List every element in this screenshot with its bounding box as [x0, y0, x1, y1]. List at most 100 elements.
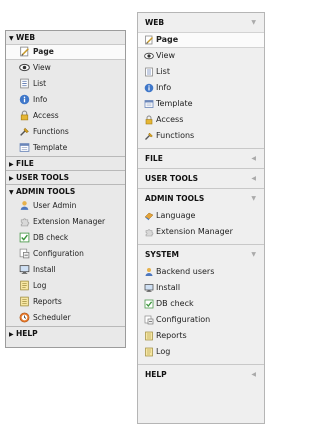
- menu-item-label: Access: [33, 111, 59, 120]
- chevron-left-icon: ◀: [251, 175, 256, 182]
- menu-item-page[interactable]: Page: [138, 32, 264, 48]
- info-icon: [19, 94, 30, 105]
- menu-item-label: Page: [33, 47, 54, 56]
- expand-arrow-icon: ▶: [9, 331, 14, 338]
- section-title: FILE: [145, 154, 163, 163]
- section-title: FILE: [16, 159, 34, 168]
- log-icon: [19, 280, 30, 291]
- section-header-admin-tools[interactable]: ▼ ADMIN TOOLS: [6, 184, 125, 198]
- menu-item-label: List: [156, 67, 170, 76]
- install-icon: [19, 264, 30, 275]
- menu-item-label: Template: [33, 143, 68, 152]
- menu-item-access[interactable]: Access: [138, 112, 264, 128]
- functions-icon: [19, 126, 30, 137]
- menu-item-template[interactable]: Template: [138, 96, 264, 112]
- menu-item-access[interactable]: Access: [6, 108, 125, 124]
- section-title: HELP: [16, 329, 38, 338]
- chevron-left-icon: ◀: [251, 371, 256, 378]
- menu-item-user-admin[interactable]: User Admin: [6, 198, 125, 214]
- menu-item-label: Configuration: [156, 315, 211, 324]
- section-header-user-tools[interactable]: ▶ USER TOOLS: [6, 170, 125, 184]
- menu-item-log[interactable]: Log: [6, 278, 125, 294]
- chevron-down-icon: ▼: [251, 19, 256, 26]
- menu-item-label: Template: [156, 99, 193, 108]
- menu-item-db-check[interactable]: DB check: [6, 230, 125, 246]
- view-icon: [144, 51, 154, 61]
- module-menu-classic: ▼ WEB Page View List Info Access Functions Templ…: [5, 30, 126, 348]
- menu-item-configuration[interactable]: Configuration: [138, 312, 264, 328]
- menu-item-install[interactable]: Install: [138, 280, 264, 296]
- section-header-admin-tools[interactable]: ADMIN TOOLS ▼: [138, 189, 264, 208]
- section-title: HELP: [145, 370, 167, 379]
- chevron-left-icon: ◀: [251, 155, 256, 162]
- section-header-help[interactable]: ▶ HELP: [6, 326, 125, 340]
- menu-item-template[interactable]: Template: [6, 140, 125, 156]
- access-icon: [144, 115, 154, 125]
- section-header-web[interactable]: WEB ▼: [138, 13, 264, 32]
- menu-item-label: DB check: [33, 233, 69, 242]
- menu-item-label: Functions: [33, 127, 69, 136]
- menu-section-web: ▼ WEB Page View List Info Access Functions Templ…: [6, 31, 125, 156]
- menu-section-web: WEB ▼ Page View List Info Template Access Functi…: [138, 13, 264, 148]
- template-icon: [144, 99, 154, 109]
- chevron-down-icon: ▼: [251, 195, 256, 202]
- section-header-system[interactable]: SYSTEM ▼: [138, 245, 264, 264]
- user-admin-icon: [19, 200, 30, 211]
- section-title: ADMIN TOOLS: [145, 194, 205, 203]
- menu-section-file: ▶ FILE: [6, 156, 125, 170]
- menu-item-label: Configuration: [33, 249, 84, 258]
- section-header-file[interactable]: ▶ FILE: [6, 156, 125, 170]
- section-header-web[interactable]: ▼ WEB: [6, 31, 125, 44]
- section-header-help[interactable]: HELP ◀: [138, 365, 264, 384]
- page-icon: [19, 46, 30, 57]
- section-header-file[interactable]: FILE ◀: [138, 149, 264, 168]
- menu-item-label: DB check: [156, 299, 194, 308]
- menu-item-functions[interactable]: Functions: [138, 128, 264, 144]
- menu-item-label: Extension Manager: [33, 217, 106, 226]
- menu-item-extension-manager[interactable]: Extension Manager: [6, 214, 125, 230]
- section-items: Language Extension Manager: [138, 208, 264, 244]
- scheduler-icon: [19, 312, 30, 323]
- section-title: ADMIN TOOLS: [16, 187, 76, 196]
- menu-section-system: SYSTEM ▼ Backend users Install DB check Confi…: [138, 245, 264, 364]
- menu-item-language[interactable]: Language: [138, 208, 264, 224]
- menu-item-configuration[interactable]: Configuration: [6, 246, 125, 262]
- menu-item-info[interactable]: Info: [6, 92, 125, 108]
- menu-item-list[interactable]: List: [6, 76, 125, 92]
- menu-item-page[interactable]: Page: [6, 44, 125, 60]
- extension-manager-icon: [19, 216, 30, 227]
- chevron-down-icon: ▼: [251, 251, 256, 258]
- log-icon: [144, 347, 154, 357]
- module-menu-modern: WEB ▼ Page View List Info Template Access Functi…: [137, 12, 265, 424]
- menu-item-label: Install: [156, 283, 181, 292]
- language-icon: [144, 211, 154, 221]
- menu-item-view[interactable]: View: [6, 60, 125, 76]
- menu-section-admin-tools: ADMIN TOOLS ▼ Language Extension Manager: [138, 189, 264, 244]
- menu-item-install[interactable]: Install: [6, 262, 125, 278]
- menu-item-label: Backend users: [156, 267, 215, 276]
- section-title: SYSTEM: [145, 250, 179, 259]
- menu-item-label: Extension Manager: [156, 227, 233, 236]
- menu-item-label: View: [33, 63, 51, 72]
- functions-icon: [144, 131, 154, 141]
- menu-section-help: ▶ HELP: [6, 326, 125, 340]
- section-title: WEB: [16, 33, 36, 42]
- menu-item-info[interactable]: Info: [138, 80, 264, 96]
- menu-item-label: Language: [156, 211, 196, 220]
- section-items: Page View List Info Template Access Functions: [138, 32, 264, 148]
- menu-item-db-check[interactable]: DB check: [138, 296, 264, 312]
- menu-item-functions[interactable]: Functions: [6, 124, 125, 140]
- menu-item-view[interactable]: View: [138, 48, 264, 64]
- menu-item-extension-manager[interactable]: Extension Manager: [138, 224, 264, 240]
- menu-item-reports[interactable]: Reports: [138, 328, 264, 344]
- section-header-user-tools[interactable]: USER TOOLS ◀: [138, 169, 264, 188]
- menu-section-file: FILE ◀: [138, 149, 264, 168]
- backend-users-icon: [144, 267, 154, 277]
- menu-item-label: Reports: [33, 297, 62, 306]
- menu-item-reports[interactable]: Reports: [6, 294, 125, 310]
- menu-item-label: Install: [33, 265, 56, 274]
- menu-item-backend-users[interactable]: Backend users: [138, 264, 264, 280]
- menu-item-list[interactable]: List: [138, 64, 264, 80]
- menu-item-log[interactable]: Log: [138, 344, 264, 360]
- menu-item-scheduler[interactable]: Scheduler: [6, 310, 125, 326]
